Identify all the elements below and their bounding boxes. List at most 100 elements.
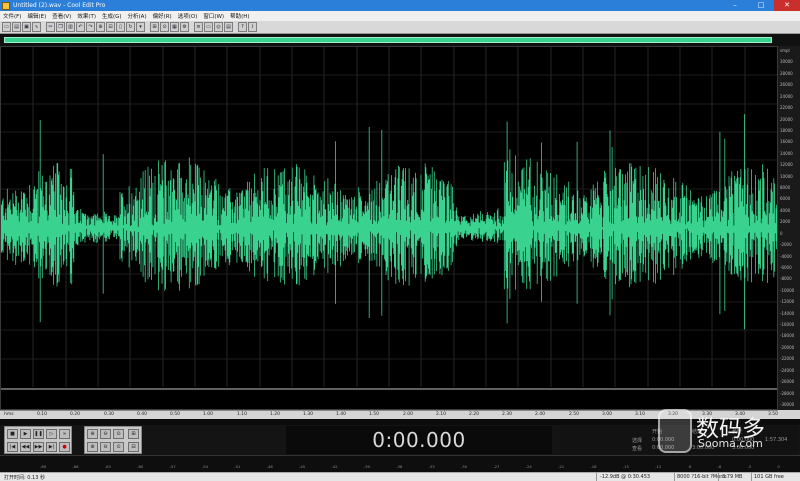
stop-icon: ■ xyxy=(10,431,15,437)
zoom-in-h-button[interactable]: ⊕ xyxy=(87,429,98,439)
zoom-button[interactable]: ⊙ xyxy=(160,22,169,32)
waveform-button[interactable]: ∿ xyxy=(32,22,41,32)
time-tick-label: 2.40 xyxy=(535,412,546,417)
script-button[interactable]: ▤ xyxy=(224,22,233,32)
new-button[interactable]: ▭ xyxy=(2,22,11,32)
spectral-icon: ▦ xyxy=(172,24,177,30)
meter-tick-label: -69 xyxy=(40,464,47,469)
snap-button[interactable]: ⊞ xyxy=(150,22,159,32)
zoom-out-v-button[interactable]: ⊖ xyxy=(100,442,111,452)
cut-button[interactable]: ✂ xyxy=(46,22,55,32)
menu-edit[interactable]: 编辑(E) xyxy=(27,12,46,20)
zoom-left-button[interactable]: ⊞ xyxy=(128,429,139,439)
help-button[interactable]: ? xyxy=(238,22,247,32)
amplitude-tick-label: 10000 xyxy=(780,174,793,179)
menu-favorites[interactable]: 偏好(R) xyxy=(153,12,172,20)
menu-view[interactable]: 查看(V) xyxy=(52,12,71,20)
status-divider xyxy=(596,473,597,481)
zoom-sel-button[interactable]: ⊙ xyxy=(113,442,124,452)
overview-bar[interactable] xyxy=(0,34,800,46)
close-button[interactable]: ✕ xyxy=(774,0,800,11)
menu-window[interactable]: 窗口(W) xyxy=(203,12,224,20)
paste-button[interactable]: ▥ xyxy=(66,22,75,32)
time-tick-label: 1.50 xyxy=(369,412,380,417)
loop-button[interactable]: ∞ xyxy=(59,429,70,439)
info-button[interactable]: i xyxy=(248,22,257,32)
info-icon: i xyxy=(251,24,254,30)
title-bar: Untitled (2).wav - Cool Edit Pro – □ ✕ xyxy=(0,0,800,11)
time-tick-label: 1.40 xyxy=(336,412,347,417)
meter-tick-label: -60 xyxy=(137,464,144,469)
cd-icon: ◎ xyxy=(216,24,221,30)
settings-icon: ⚙ xyxy=(182,24,187,30)
overview-visible-range[interactable] xyxy=(4,37,772,43)
meter-tick-label: -39 xyxy=(363,464,370,469)
amplitude-tick-label: -14000 xyxy=(780,311,795,316)
pause-button[interactable]: ❚❚ xyxy=(33,429,44,439)
menu-options[interactable]: 选项(O) xyxy=(178,12,198,20)
amplitude-tick-label: 6000 xyxy=(780,196,791,201)
loop-button[interactable]: ↻ xyxy=(126,22,135,32)
window-title: Untitled (2).wav - Cool Edit Pro xyxy=(13,2,106,9)
waveform-icon: ∿ xyxy=(34,24,39,30)
amplitude-tick-label: 20000 xyxy=(780,117,793,122)
meter-tick-label: -48 xyxy=(266,464,273,469)
status-size: 3.79 MB xyxy=(722,474,743,480)
edit-view-button[interactable]: ▭ xyxy=(204,22,213,32)
marker-button[interactable]: ▾ xyxy=(136,22,145,32)
level-meter: -69 -66 -63 -60 -57 -54 -51 -48 -45 -42 -39 -36 -33-… xyxy=(0,455,800,472)
waveform-display[interactable] xyxy=(0,46,778,410)
time-tick-label: 1.10 xyxy=(237,412,248,417)
status-divider xyxy=(674,473,675,481)
zoom-out-v-icon: ⊖ xyxy=(103,444,108,450)
sel-row-label: 选择 xyxy=(632,438,643,444)
spectral-button[interactable]: ▦ xyxy=(170,22,179,32)
time-tick-label: 2.00 xyxy=(403,412,414,417)
zoom-out-h-icon: ⊖ xyxy=(103,431,108,437)
minimize-button[interactable]: – xyxy=(722,0,748,11)
time-tick-label: 2.10 xyxy=(436,412,447,417)
amplitude-tick-label: 26000 xyxy=(780,82,793,87)
settings-button[interactable]: ⚙ xyxy=(180,22,189,32)
play-to-end-button[interactable]: ▷ xyxy=(46,429,57,439)
zoom-full-button[interactable]: ⊙ xyxy=(113,429,124,439)
record-button[interactable]: ● xyxy=(59,442,70,452)
save-button[interactable]: ▣ xyxy=(22,22,31,32)
amplitude-tick-label: -16000 xyxy=(780,322,795,327)
stop-button[interactable]: ■ xyxy=(7,429,18,439)
menu-generate[interactable]: 生成(G) xyxy=(102,12,122,20)
time-tick-label: 0.10 xyxy=(37,412,48,417)
view-row-label: 查看 xyxy=(632,446,643,452)
play-button[interactable]: ▶ xyxy=(20,429,31,439)
open-button[interactable]: ▤ xyxy=(12,22,21,32)
multitrack-button[interactable]: ≡ xyxy=(194,22,203,32)
copy-button[interactable]: ❐ xyxy=(56,22,65,32)
zoom-right-icon: ⊟ xyxy=(131,444,136,450)
time-display: 0:00.000 xyxy=(286,426,552,454)
go-end-button[interactable]: ▶| xyxy=(46,442,57,452)
menu-help[interactable]: 帮助(H) xyxy=(230,12,249,20)
trim-button[interactable]: ⊟ xyxy=(106,22,115,32)
menu-effects[interactable]: 效果(T) xyxy=(77,12,96,20)
fast-forward-button[interactable]: ▶▶ xyxy=(33,442,44,452)
menu-file[interactable]: 文件(F) xyxy=(3,12,21,20)
amplitude-tick-label: -12000 xyxy=(780,299,795,304)
meter-tick-label: -24 xyxy=(525,464,532,469)
go-start-button[interactable]: |◀ xyxy=(7,442,18,452)
rewind-button[interactable]: ◀◀ xyxy=(20,442,31,452)
mix-button[interactable]: ⊕ xyxy=(96,22,105,32)
silence-button[interactable]: ▯ xyxy=(116,22,125,32)
cd-button[interactable]: ◎ xyxy=(214,22,223,32)
undo-button[interactable]: ↶ xyxy=(76,22,85,32)
window-controls: – □ ✕ xyxy=(722,0,800,11)
zoom-out-h-button[interactable]: ⊖ xyxy=(100,429,111,439)
redo-button[interactable]: ↷ xyxy=(86,22,95,32)
status-level: -12.9dB @ 0:30.453 xyxy=(600,474,651,480)
menu-analyze[interactable]: 分析(A) xyxy=(128,12,147,20)
zoom-in-v-button[interactable]: ⊕ xyxy=(87,442,98,452)
zoom-right-button[interactable]: ⊟ xyxy=(128,442,139,452)
play-icon: ▶ xyxy=(23,431,28,437)
watermark-logo-icon xyxy=(658,409,692,453)
amplitude-tick-label: -20000 xyxy=(780,345,795,350)
maximize-button[interactable]: □ xyxy=(748,0,774,11)
